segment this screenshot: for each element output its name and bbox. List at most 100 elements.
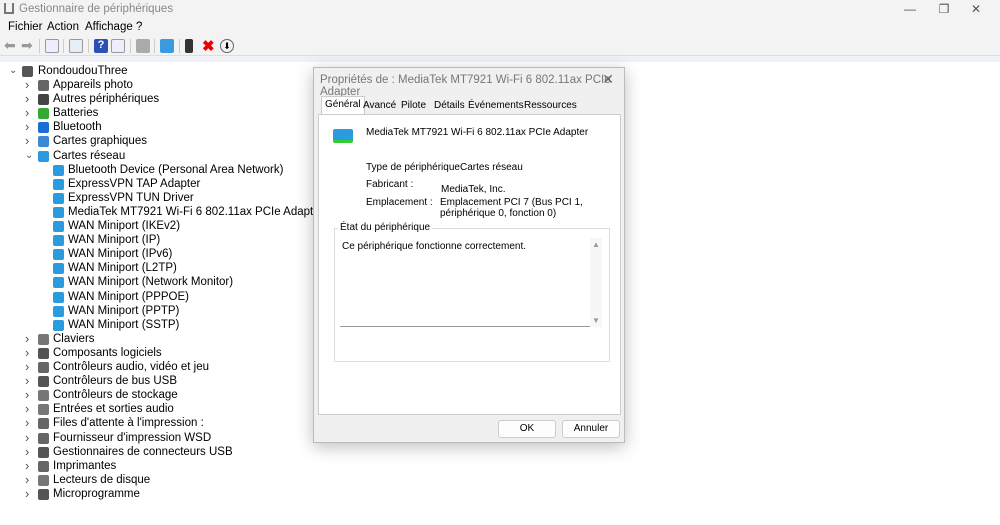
chevron-right-icon[interactable]: › [25,331,29,346]
dialog-close-button[interactable]: ✕ [602,71,614,88]
chevron-right-icon[interactable]: › [25,415,29,430]
menu-affichage[interactable]: Affichage [85,21,133,33]
device-status-label: État du périphérique [338,222,433,233]
display-adapter-icon [38,136,49,148]
tree-item-label: Contrôleurs de bus USB [53,375,178,388]
close-button[interactable]: ✕ [966,2,986,16]
tree-item-label: Contrôleurs de stockage [53,389,178,402]
device-status-text: Ce périphérique fonctionne correctement. [342,241,526,252]
tree-item-label: Claviers [53,332,95,345]
menu-help[interactable]: ? [136,21,142,33]
properties-icon[interactable] [69,39,83,53]
tab-pilote[interactable]: Pilote [398,98,429,114]
network-adapter-icon [53,319,64,331]
cancel-button[interactable]: Annuler [562,420,620,438]
manufacturer-label: Fabricant : [366,179,414,190]
tree-item-label: Fournisseur d'impression WSD [53,431,212,444]
tree-item-label: Appareils photo [53,79,133,91]
chevron-down-icon[interactable]: ⌄ [9,65,17,76]
chevron-right-icon[interactable]: › [25,105,29,120]
network-adapter-icon [53,305,64,317]
menu-action[interactable]: Action [47,21,79,33]
device-status-group: État du périphérique Ce périphérique fon… [334,222,610,362]
device-manager-icon [4,3,14,14]
chevron-right-icon[interactable]: › [25,359,29,374]
tree-item-label: Microprogramme [53,487,140,500]
update-driver-icon[interactable] [136,39,150,53]
tree-item-label: Composants logiciels [53,346,162,359]
tree-item-label: ExpressVPN TAP Adapter [68,177,201,190]
manufacturer-value: MediaTek, Inc. [441,184,506,195]
dialog-title: Propriétés de : MediaTek MT7921 Wi-Fi 6 … [320,74,611,98]
show-hide-console-tree-icon[interactable] [45,39,59,53]
menu-fichier[interactable]: Fichier [8,21,43,33]
enable-device-icon[interactable] [185,39,193,53]
chevron-right-icon[interactable]: › [25,444,29,459]
tree-item-label: Autres périphériques [53,93,160,106]
software-component-icon [38,347,49,359]
action-pane-icon[interactable] [111,39,125,53]
help-icon[interactable]: ? [94,39,108,53]
tab-general[interactable]: Général [321,96,365,115]
usb-connector-icon [38,446,49,458]
storage-icon [38,390,49,402]
tree-item-label: WAN Miniport (PPPOE) [68,290,189,303]
chevron-right-icon[interactable]: › [25,373,29,388]
tree-item-label: Bluetooth [53,121,102,134]
printer-icon [38,432,49,444]
chevron-right-icon[interactable]: › [25,77,29,92]
scroll-down-icon[interactable]: ▼ [592,316,600,325]
unknown-device-icon [38,94,49,106]
tree-item-label: Imprimantes [53,459,117,472]
battery-icon [38,108,49,120]
network-adapter-icon [53,249,64,261]
minimize-button[interactable]: — [900,2,920,16]
tree-item-label: Cartes graphiques [53,135,147,148]
chevron-right-icon[interactable]: › [25,472,29,487]
network-adapter-icon [53,178,64,190]
chevron-down-icon[interactable]: ⌄ [25,150,33,161]
tree-item-label: WAN Miniport (SSTP) [68,318,180,331]
usb-icon [38,376,49,388]
tab-avance[interactable]: Avancé [360,98,399,114]
ok-button[interactable]: OK [498,420,556,438]
chevron-right-icon[interactable]: › [25,119,29,134]
printer-icon [38,460,49,472]
network-adapter-icon [53,235,64,247]
tree-item-label: Lecteurs de disque [53,473,151,486]
keyboard-icon [38,333,49,345]
chevron-right-icon[interactable]: › [25,91,29,106]
scan-hardware-icon[interactable] [160,39,174,53]
tab-evenements[interactable]: Événements [465,98,527,114]
scrollbar[interactable]: ▲ ▼ [590,238,602,327]
chevron-right-icon[interactable]: › [25,458,29,473]
chevron-right-icon[interactable]: › [25,430,29,445]
chevron-right-icon[interactable]: › [25,401,29,416]
tree-item-label: Batteries [53,107,99,120]
chevron-right-icon[interactable]: › [25,387,29,402]
scroll-up-icon[interactable]: ▲ [592,240,600,249]
chevron-right-icon[interactable]: › [25,345,29,360]
network-adapter-icon [53,206,64,218]
network-adapter-icon [53,263,64,275]
disable-device-icon[interactable]: ⬇ [220,39,234,53]
tree-item-label: Contrôleurs audio, vidéo et jeu [53,361,209,373]
tree-item-label: ExpressVPN TUN Driver [68,191,194,204]
network-adapter-icon [53,291,64,303]
chevron-right-icon[interactable]: › [25,486,29,501]
printer-icon [38,418,49,430]
tree-item-label: WAN Miniport (IKEv2) [68,220,181,232]
forward-icon[interactable]: ➡ [21,37,35,53]
uninstall-icon[interactable]: ✖ [202,37,216,55]
maximize-button[interactable]: ❐ [934,2,954,16]
back-icon[interactable]: ⬅ [4,37,18,53]
tree-item-label: WAN Miniport (IPv6) [68,248,173,261]
device-status-textbox[interactable]: Ce périphérique fonctionne correctement.… [340,238,602,327]
tree-item-label: Cartes réseau [53,149,126,162]
network-adapter-icon [53,164,64,176]
tab-ressources[interactable]: Ressources [521,98,580,114]
tree-item-label: WAN Miniport (IP) [68,234,161,247]
properties-dialog: Propriétés de : MediaTek MT7921 Wi-Fi 6 … [313,67,625,443]
chevron-right-icon[interactable]: › [25,133,29,148]
tab-details[interactable]: Détails [431,98,468,114]
